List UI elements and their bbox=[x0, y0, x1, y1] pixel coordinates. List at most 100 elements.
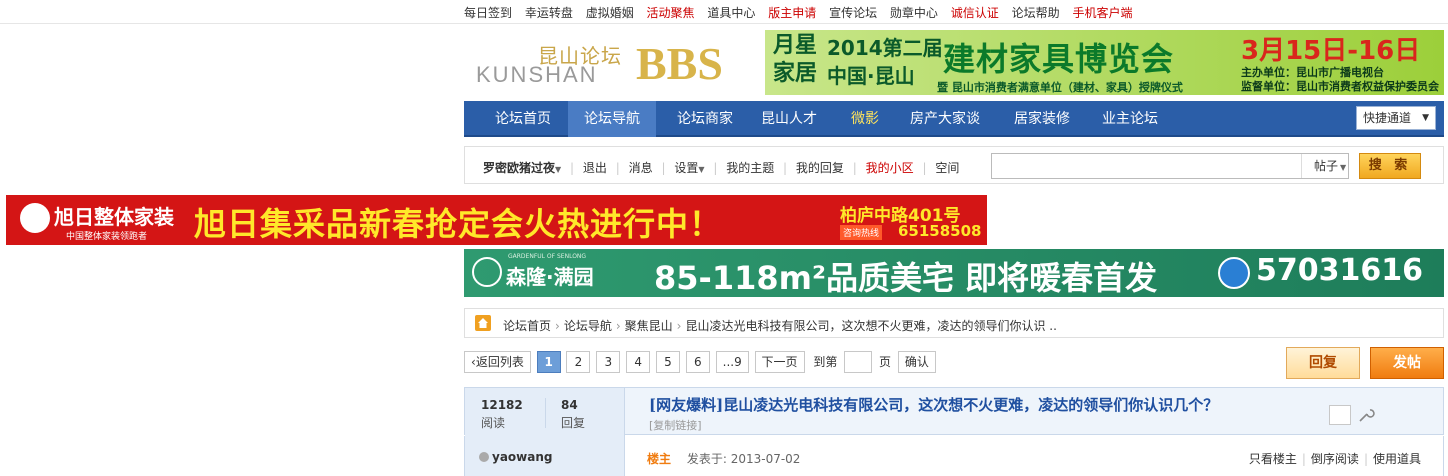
nav-item-merchants[interactable]: 论坛商家 bbox=[660, 101, 750, 137]
back-to-list-label: 返回列表 bbox=[475, 355, 524, 369]
new-post-button[interactable]: 发帖 bbox=[1370, 347, 1444, 379]
page-1[interactable]: 1 bbox=[536, 351, 561, 373]
search-type-label: 帖子 bbox=[1314, 159, 1339, 173]
nav-item-owners[interactable]: 业主论坛 bbox=[1092, 101, 1168, 137]
phone-icon bbox=[1218, 257, 1250, 289]
page-4[interactable]: 4 bbox=[626, 351, 651, 373]
thread-header: 12182 阅读 84 回复 [网友爆料]昆山凌达光电科技有限公司，这次想不火更… bbox=[464, 387, 1444, 436]
ad-expo-supervisor: 监督单位：昆山市消费者权益保护委员会 bbox=[1241, 80, 1439, 93]
chevron-down-icon: ▼ bbox=[1340, 163, 1347, 172]
nav-item-real-estate[interactable]: 房产大家谈 bbox=[900, 101, 990, 137]
home-icon[interactable] bbox=[475, 315, 491, 331]
nav-item-home[interactable]: 论坛首页 bbox=[478, 101, 568, 137]
divider: | bbox=[1301, 452, 1306, 466]
top-link-promote[interactable]: 宣传论坛 bbox=[829, 4, 877, 21]
copy-link[interactable]: [复制链接] bbox=[649, 417, 702, 433]
breadcrumb-current: 昆山凌达光电科技有限公司，这次想不火更难，凌达的领导们你认识 .. bbox=[685, 319, 1057, 333]
use-item-link[interactable]: 使用道具 bbox=[1373, 452, 1421, 466]
nav-item-talent[interactable]: 昆山人才 bbox=[750, 101, 828, 137]
site-logo[interactable]: 昆山论坛 KUNSHAN BBS bbox=[476, 40, 746, 88]
search-button[interactable]: 搜 索 bbox=[1359, 153, 1421, 179]
views-stat: 12182 阅读 bbox=[481, 398, 523, 431]
only-op-link[interactable]: 只看楼主 bbox=[1249, 452, 1297, 466]
goto-page-input[interactable] bbox=[844, 351, 873, 373]
search-input[interactable] bbox=[991, 153, 1349, 179]
ad-expo-sub: 暨 昆山市消费者满意单位（建材、家具）授牌仪式 bbox=[937, 81, 1183, 94]
top-link-moderator-apply[interactable]: 版主申请 bbox=[768, 4, 816, 21]
post-author-column: yaowang bbox=[465, 436, 625, 476]
my-replies-link[interactable]: 我的回复 bbox=[796, 161, 844, 175]
messages-link[interactable]: 消息 bbox=[629, 161, 653, 175]
breadcrumb-home[interactable]: 论坛首页 bbox=[503, 319, 551, 333]
post-date: 发表于: 2013-07-02 bbox=[686, 452, 801, 466]
top-link-help[interactable]: 论坛帮助 bbox=[1012, 4, 1060, 21]
breadcrumb-items: 论坛首页 › 论坛导航 › 聚焦昆山 › 昆山凌达光电科技有限公司，这次想不火更难，凌达的领… bbox=[503, 317, 1057, 334]
page-5[interactable]: 5 bbox=[655, 351, 680, 373]
reply-button[interactable]: 回复 bbox=[1286, 347, 1360, 379]
top-link-credit[interactable]: 诚信认证 bbox=[951, 4, 999, 21]
quick-access-label: 快捷通道 bbox=[1363, 111, 1412, 125]
op-badge: 楼主 bbox=[647, 452, 672, 466]
divider: | bbox=[615, 161, 620, 175]
top-link-virtual-marriage[interactable]: 虚拟婚姻 bbox=[586, 4, 634, 21]
main-nav: 论坛首页 论坛导航 论坛商家 昆山人才 微影 房产大家谈 居家装修 业主论坛 快… bbox=[464, 101, 1444, 137]
user-bar: 罗密欧猪过夜▼ | 退出 | 消息 | 设置▼ | 我的主题 | 我的回复 | … bbox=[464, 146, 1444, 184]
settings-link[interactable]: 设置 bbox=[674, 161, 698, 175]
thread-select-checkbox[interactable] bbox=[1329, 405, 1351, 425]
ad-xuri-logo: 旭日整体家装 中国整体家装领跑者 bbox=[16, 199, 184, 242]
divider: | bbox=[783, 161, 788, 175]
next-page-button[interactable]: 下一页 bbox=[754, 351, 805, 373]
xuri-logo-icon bbox=[20, 203, 50, 233]
page-3[interactable]: 3 bbox=[596, 351, 621, 373]
page-last[interactable]: ...9 bbox=[715, 351, 749, 373]
divider: | bbox=[852, 161, 857, 175]
ad-expo-date: 3月15日-16日 bbox=[1241, 36, 1421, 66]
top-link-items[interactable]: 道具中心 bbox=[707, 4, 755, 21]
post-first: yaowang 楼主 发表于: 2013-07-02 只看楼主 | 倒序阅读 | 使用道… bbox=[464, 436, 1444, 476]
breadcrumb: 论坛首页 › 论坛导航 › 聚焦昆山 › 昆山凌达光电科技有限公司，这次想不火更难，凌达的领… bbox=[464, 308, 1444, 338]
nav-item-micro-film[interactable]: 微影 bbox=[834, 101, 896, 137]
my-threads-link[interactable]: 我的主题 bbox=[726, 161, 774, 175]
replies-label: 回复 bbox=[561, 416, 586, 430]
ad-xuri-hotline: 65158508 bbox=[898, 222, 982, 240]
ad-senlong-slogan: 85-118m²品质美宅 即将暖春首发 bbox=[654, 259, 1158, 297]
top-link-events[interactable]: 活动聚焦 bbox=[647, 4, 695, 21]
post-author[interactable]: yaowang bbox=[479, 450, 552, 464]
breadcrumb-separator: › bbox=[555, 319, 560, 333]
page-6[interactable]: 6 bbox=[685, 351, 710, 373]
username-menu[interactable]: 罗密欧猪过夜 bbox=[483, 161, 555, 175]
back-to-list-button[interactable]: ‹返回列表 bbox=[464, 351, 531, 373]
breadcrumb-guide[interactable]: 论坛导航 bbox=[564, 319, 612, 333]
banner-ad-xuri[interactable]: 旭日整体家装 中国整体家装领跑者 旭日集采品新春抢定会火热进行中！ 柏庐中路40… bbox=[6, 195, 987, 245]
divider: | bbox=[713, 161, 718, 175]
senlong-logo-icon bbox=[472, 257, 502, 287]
breadcrumb-separator: › bbox=[615, 319, 621, 333]
space-link[interactable]: 空间 bbox=[935, 161, 959, 175]
divider: | bbox=[661, 161, 666, 175]
user-links: 罗密欧猪过夜▼ | 退出 | 消息 | 设置▼ | 我的主题 | 我的回复 | … bbox=[483, 159, 959, 176]
page-suffix-label: 页 bbox=[879, 355, 892, 369]
wrench-icon[interactable] bbox=[1357, 406, 1375, 424]
logout-link[interactable]: 退出 bbox=[583, 161, 607, 175]
breadcrumb-forum[interactable]: 聚焦昆山 bbox=[625, 319, 673, 333]
top-link-mobile[interactable]: 手机客户端 bbox=[1072, 4, 1132, 21]
reverse-order-link[interactable]: 倒序阅读 bbox=[1311, 452, 1359, 466]
top-link-lucky-wheel[interactable]: 幸运转盘 bbox=[525, 4, 573, 21]
banner-ad-expo[interactable]: 月星家居 2014第二届 中国·昆山 建材家具博览会 暨 昆山市消费者满意单位（… bbox=[765, 30, 1444, 95]
goto-confirm-button[interactable]: 确认 bbox=[897, 351, 936, 373]
ad-xuri-hotline-label: 咨询热线 bbox=[840, 225, 883, 240]
top-link-checkin[interactable]: 每日签到 bbox=[464, 4, 512, 21]
top-link-medals[interactable]: 勋章中心 bbox=[890, 4, 938, 21]
banner-ad-senlong[interactable]: GARDENFUL OF SENLONG 森隆·满园 85-118m²品质美宅 … bbox=[464, 249, 1444, 297]
my-community-link[interactable]: 我的小区 bbox=[866, 161, 914, 175]
page-2[interactable]: 2 bbox=[566, 351, 591, 373]
divider: | bbox=[922, 161, 927, 175]
replies-count: 84 bbox=[561, 398, 578, 412]
nav-item-guide[interactable]: 论坛导航 bbox=[568, 101, 656, 137]
chevron-down-icon: ▼ bbox=[698, 165, 705, 174]
goto-label: 到第 bbox=[813, 355, 838, 369]
ad-senlong-brand-sub: GARDENFUL OF SENLONG bbox=[508, 253, 587, 260]
quick-access-dropdown[interactable]: 快捷通道 ▼ bbox=[1356, 106, 1436, 130]
nav-item-decoration[interactable]: 居家装修 bbox=[1004, 101, 1080, 137]
search-type-select[interactable]: 帖子 ▼ bbox=[1301, 154, 1349, 178]
